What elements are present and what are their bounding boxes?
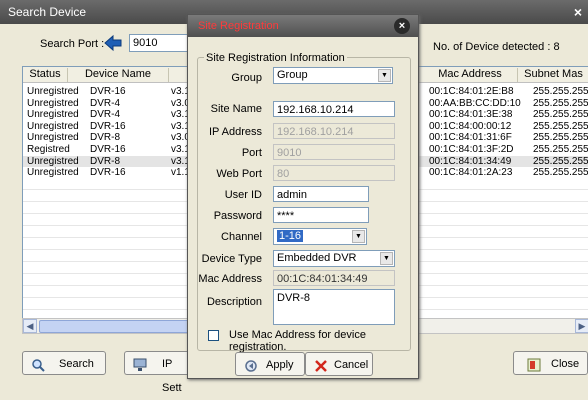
- table-cell-subnet: 255.255.255: [533, 97, 588, 109]
- device-type-label: Device Type: [201, 253, 262, 265]
- table-cell-status: Registred: [27, 144, 70, 155]
- cancel-x-icon: [314, 358, 328, 372]
- table-cell-name: DVR-16: [90, 86, 126, 97]
- web-port-label: Web Port: [216, 168, 262, 180]
- description-textarea[interactable]: DVR-8: [273, 289, 395, 325]
- ip-address-label: IP Address: [209, 126, 262, 138]
- window-title: Search Device: [8, 5, 87, 19]
- scroll-right-icon[interactable]: ▶: [575, 319, 588, 333]
- user-id-label: User ID: [224, 189, 262, 201]
- device-type-select[interactable]: Embedded DVR ▼: [273, 250, 395, 267]
- port-label: Port: [241, 147, 262, 159]
- table-cell-status: Unregistred: [27, 109, 79, 121]
- group-select-value: Group: [277, 69, 308, 81]
- check-icon: [244, 358, 258, 372]
- table-cell-mac: 00:1C:84:01:31:6F: [429, 132, 512, 144]
- table-cell-subnet: 255.255.255: [533, 144, 588, 155]
- table-cell-mac: 00:1C:84:00:00:12: [429, 120, 512, 132]
- table-cell-status: Unregistred: [27, 86, 79, 97]
- site-name-input[interactable]: 192.168.10.214: [273, 101, 395, 117]
- description-label: Description: [206, 296, 262, 308]
- ip-setting-button[interactable]: IP Sett: [124, 351, 194, 394]
- table-cell-name: DVR-8: [90, 132, 121, 144]
- col-status[interactable]: Status: [23, 68, 68, 82]
- dialog-title: Site Registration: [198, 20, 279, 32]
- chevron-down-icon[interactable]: ▼: [378, 69, 391, 82]
- table-cell-subnet: 255.255.255: [533, 155, 588, 167]
- table-cell-subnet: 255.255.255: [533, 86, 588, 97]
- use-mac-checkbox-label: Use Mac Address for device registration.: [229, 329, 366, 353]
- network-icon: [133, 357, 147, 371]
- table-cell-name: DVR-16: [90, 167, 126, 179]
- channel-label: Channel: [221, 231, 262, 243]
- apply-button[interactable]: Apply: [235, 352, 305, 376]
- search-button-label: Search: [59, 358, 94, 370]
- site-registration-dialog: Site Registration × Site Registration In…: [187, 14, 419, 379]
- table-cell-mac: 00:1C:84:01:3E:38: [429, 109, 513, 121]
- table-cell-status: Unregistred: [27, 167, 79, 179]
- apply-button-label: Apply: [266, 359, 294, 371]
- scroll-left-icon[interactable]: ◀: [23, 319, 37, 333]
- close-button-label: Close: [551, 358, 580, 370]
- cancel-button-label: Cancel: [334, 359, 369, 371]
- table-cell-status: Unregistred: [27, 120, 79, 132]
- close-button[interactable]: Close: [513, 351, 588, 375]
- scroll-thumb[interactable]: [39, 320, 211, 333]
- ip-address-input: 192.168.10.214: [273, 123, 395, 139]
- table-cell-status: Unregistred: [27, 155, 79, 167]
- col-subnet-mask[interactable]: Subnet Mas: [518, 68, 588, 82]
- magnifier-icon: [31, 357, 45, 372]
- table-cell-name: DVR-16: [90, 120, 126, 132]
- table-cell-mac: 00:1C:84:01:2A:23: [429, 167, 513, 179]
- search-port-label: Search Port :: [40, 38, 105, 50]
- devices-detected-count: No. of Device detected : 8: [433, 41, 560, 53]
- table-cell-name: DVR-4: [90, 109, 121, 121]
- chevron-down-icon[interactable]: ▼: [380, 252, 393, 265]
- group-select[interactable]: Group ▼: [273, 67, 393, 84]
- exit-icon: [527, 357, 541, 372]
- dialog-close-button[interactable]: ×: [394, 18, 410, 34]
- user-id-input[interactable]: admin: [273, 186, 369, 202]
- password-label: Password: [213, 210, 262, 222]
- web-port-input: 80: [273, 165, 395, 181]
- search-button[interactable]: Search: [22, 351, 106, 375]
- chevron-down-icon[interactable]: ▼: [352, 230, 365, 243]
- table-cell-name: DVR-16: [90, 144, 126, 155]
- cancel-button[interactable]: Cancel: [305, 352, 373, 376]
- mac-address-label: Mac Address: [198, 273, 262, 285]
- table-cell-subnet: 255.255.255: [533, 167, 588, 179]
- table-cell-mac: 00:1C:84:01:3F:2D: [429, 144, 514, 155]
- mac-address-field: 00:1C:84:01:34:49: [273, 270, 395, 286]
- col-device-name[interactable]: Device Name: [68, 68, 169, 82]
- port-input: 9010: [273, 144, 395, 160]
- table-cell-mac: 00:1C:84:01:2E:B8: [429, 86, 514, 97]
- use-mac-checkbox[interactable]: [208, 330, 219, 341]
- device-type-select-value: Embedded DVR: [277, 252, 357, 264]
- col-mac-address[interactable]: Mac Address: [423, 68, 518, 82]
- table-cell-subnet: 255.255.255: [533, 109, 588, 121]
- table-cell-subnet: 255.255.255: [533, 120, 588, 132]
- window-close-button[interactable]: ×: [568, 2, 588, 22]
- table-cell-status: Unregistred: [27, 132, 79, 144]
- channel-select[interactable]: 1-16 ▼: [273, 228, 367, 245]
- group-box-title: Site Registration Information: [204, 52, 347, 64]
- table-cell-status: Unregistred: [27, 97, 79, 109]
- channel-select-value: 1-16: [277, 230, 304, 242]
- dialog-title-bar: Site Registration ×: [188, 15, 418, 37]
- table-cell-subnet: 255.255.255: [533, 132, 588, 144]
- back-arrow-icon[interactable]: [103, 34, 123, 52]
- table-cell-mac: 00:AA:BB:CC:DD:10: [429, 97, 521, 109]
- group-label: Group: [231, 72, 262, 84]
- table-cell-mac: 00:1C:84:01:34:49: [429, 155, 512, 167]
- password-input[interactable]: ****: [273, 207, 369, 223]
- table-cell-name: DVR-8: [90, 155, 121, 167]
- search-device-window: Search Device × Search Port : 9010 No. o…: [0, 0, 588, 394]
- site-name-label: Site Name: [210, 103, 262, 115]
- table-cell-name: DVR-4: [90, 97, 121, 109]
